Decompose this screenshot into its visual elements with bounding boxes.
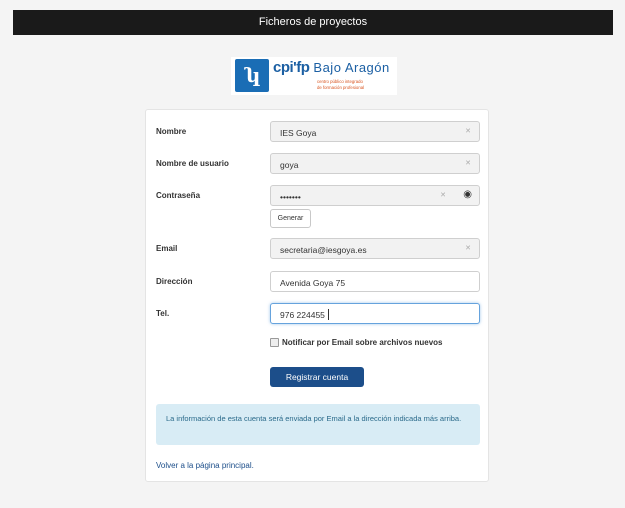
generate-password-button[interactable]: Generar: [270, 209, 311, 228]
clear-icon[interactable]: ✕: [465, 159, 471, 167]
top-bar: Ficheros de proyectos: [13, 10, 613, 35]
password-field[interactable]: ✕ ◉: [270, 185, 480, 206]
password-label: Contraseña: [156, 191, 201, 200]
direccion-input[interactable]: [280, 277, 430, 288]
register-button[interactable]: Registrar cuenta: [270, 367, 364, 387]
clear-icon[interactable]: ✕: [465, 244, 471, 252]
text-caret: [328, 309, 329, 320]
email-label: Email: [156, 244, 178, 253]
notify-checkbox[interactable]: [270, 338, 279, 347]
tel-input[interactable]: [280, 309, 430, 320]
direccion-field[interactable]: [270, 271, 480, 292]
tel-label: Tel.: [156, 309, 170, 318]
info-text: La información de esta cuenta será envia…: [166, 414, 462, 423]
logo-text: cpi'fp Bajo Aragón: [273, 59, 390, 76]
logo-icon: ʮ: [235, 59, 269, 92]
usuario-label: Nombre de usuario: [156, 159, 229, 168]
nombre-field[interactable]: ✕: [270, 121, 480, 142]
page-title: Ficheros de proyectos: [258, 16, 368, 28]
logo: ʮ cpi'fp Bajo Aragón centro público integ…: [231, 57, 397, 95]
nombre-label: Nombre: [156, 127, 187, 136]
tel-field[interactable]: [270, 303, 480, 324]
back-to-home-link[interactable]: Volver a la página principal.: [156, 461, 254, 470]
registration-card: Nombre ✕ Nombre de usuario ✕ Contraseña …: [145, 109, 489, 482]
password-input[interactable]: [280, 191, 430, 202]
usuario-input[interactable]: [280, 159, 430, 170]
nombre-input[interactable]: [280, 127, 430, 138]
clear-icon[interactable]: ✕: [465, 127, 471, 135]
usuario-field[interactable]: ✕: [270, 153, 480, 174]
email-field[interactable]: ✕: [270, 238, 480, 259]
logo-subtitle-2: de formación profesional: [317, 85, 365, 90]
logo-subtitle-1: centro público integrado: [317, 79, 363, 84]
logo-name: Bajo Aragón: [313, 60, 390, 75]
clear-icon[interactable]: ✕: [440, 191, 446, 199]
direccion-label: Dirección: [156, 277, 193, 286]
email-input[interactable]: [280, 244, 430, 255]
notify-label[interactable]: Notificar por Email sobre archivos nuevo…: [282, 338, 443, 347]
info-alert: La información de esta cuenta será envia…: [156, 404, 480, 445]
logo-brand: cpi'fp: [273, 59, 310, 76]
eye-icon[interactable]: ◉: [463, 189, 472, 200]
